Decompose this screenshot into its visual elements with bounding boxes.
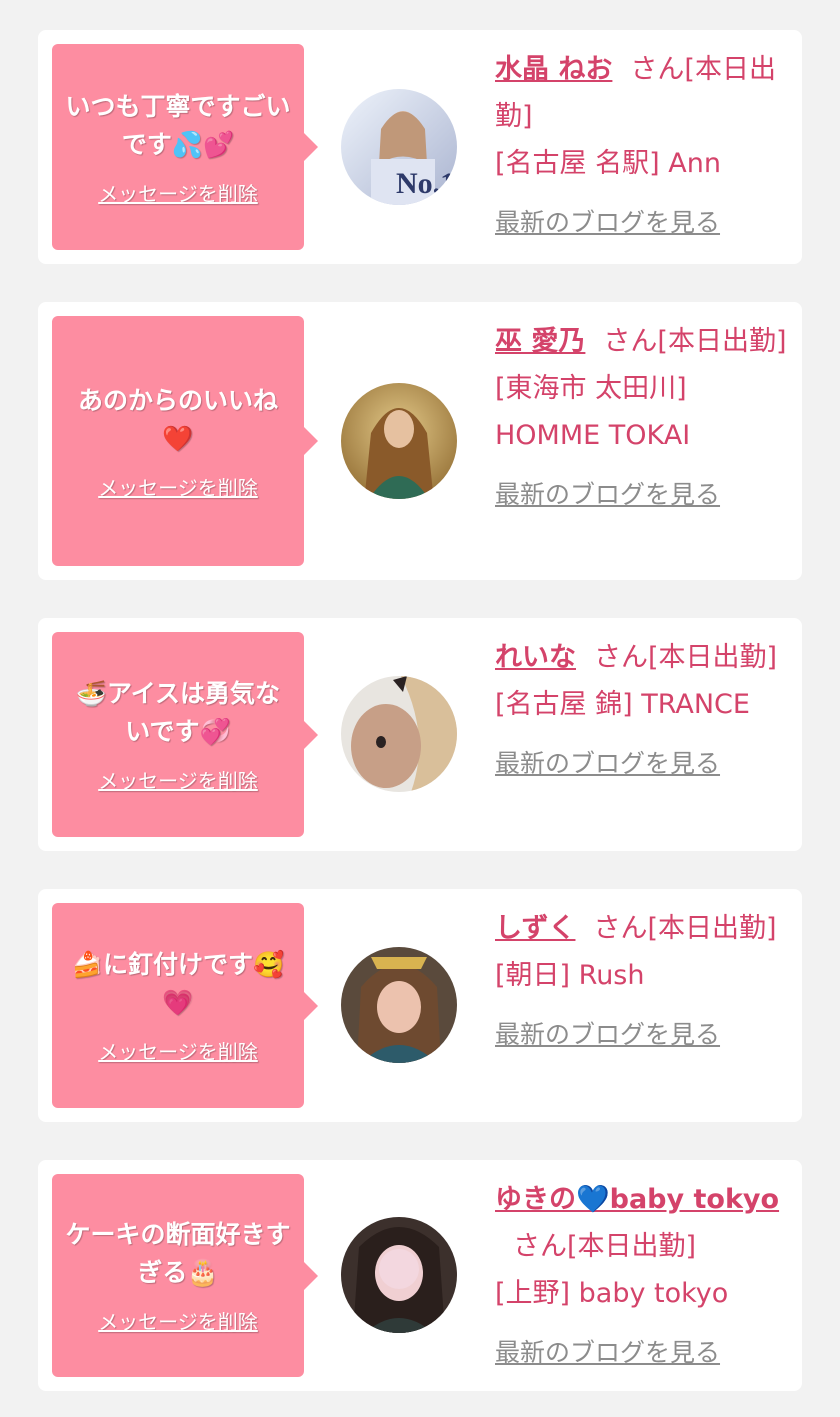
cast-info: れいな さん[本日出勤] [名古屋 錦] TRANCE 最新のブログを見る	[495, 634, 795, 787]
latest-blog-link[interactable]: 最新のブログを見る	[495, 740, 795, 787]
message-text: あのからのいいね❤️	[77, 385, 278, 453]
avatar[interactable]: No.1	[341, 89, 457, 205]
cast-info: 巫 愛乃 さん[本日出勤] [東海市 太田川] HOMME TOKAI 最新のブロ…	[495, 318, 795, 518]
cast-name-link[interactable]: ゆきの💙baby tokyo	[495, 1184, 779, 1215]
shop-name: [東海市 太田川] HOMME TOKAI	[495, 373, 691, 451]
message-card: あのからのいいね❤️ メッセージを削除 巫 愛乃 さん[本日出勤] [東海市 太田…	[38, 302, 802, 580]
message-text: いつも丁寧ですごいです💦💕	[65, 91, 291, 159]
cast-info: しずく さん[本日出勤] [朝日] Rush 最新のブログを見る	[495, 905, 795, 1058]
cast-name-link[interactable]: しずく	[495, 913, 575, 944]
delete-message-link[interactable]: メッセージを削除	[98, 178, 258, 207]
message-card: ケーキの断面好きすぎる🎂 メッセージを削除 ゆきの💙baby tokyo さん[本…	[38, 1160, 802, 1391]
latest-blog-link[interactable]: 最新のブログを見る	[495, 199, 795, 246]
message-card: いつも丁寧ですごいです💦💕 メッセージを削除 No.1 水晶 ねお さん[本日出勤…	[38, 30, 802, 264]
message-bubble: 🍰に釘付けです🥰💗 メッセージを削除	[52, 903, 318, 1108]
delete-message-link[interactable]: メッセージを削除	[98, 1036, 258, 1065]
shop-name: [名古屋 名駅] Ann	[495, 148, 721, 179]
message-bubble: 🍜アイスは勇気ないです💞 メッセージを削除	[52, 632, 318, 837]
attendance-status: さん[本日出勤]	[594, 642, 778, 673]
shop-name: [名古屋 錦] TRANCE	[495, 689, 750, 720]
cast-info: 水晶 ねお さん[本日出勤] [名古屋 名駅] Ann 最新のブログを見る	[495, 46, 795, 246]
cast-name-link[interactable]: 巫 愛乃	[495, 326, 585, 357]
cast-name-link[interactable]: 水晶 ねお	[495, 54, 612, 85]
shop-name: [上野] baby tokyo	[495, 1278, 729, 1309]
cast-name-link[interactable]: れいな	[495, 642, 576, 673]
avatar[interactable]	[341, 1217, 457, 1333]
message-text: ケーキの断面好きすぎる🎂	[65, 1220, 291, 1287]
delete-message-link[interactable]: メッセージを削除	[98, 1306, 258, 1335]
attendance-status: さん[本日出勤]	[603, 326, 787, 357]
message-card: 🍰に釘付けです🥰💗 メッセージを削除 しずく さん[本日出勤] [朝日] Rush…	[38, 889, 802, 1122]
avatar[interactable]	[341, 383, 457, 499]
message-card: 🍜アイスは勇気ないです💞 メッセージを削除 れいな さん[本日出勤] [名古屋 錦…	[38, 618, 802, 851]
avatar[interactable]	[341, 676, 457, 792]
message-bubble: あのからのいいね❤️ メッセージを削除	[52, 316, 318, 566]
avatar[interactable]	[341, 947, 457, 1063]
latest-blog-link[interactable]: 最新のブログを見る	[495, 471, 795, 518]
latest-blog-link[interactable]: 最新のブログを見る	[495, 1011, 795, 1058]
message-bubble: いつも丁寧ですごいです💦💕 メッセージを削除	[52, 44, 318, 250]
attendance-status: さん[本日出勤]	[593, 913, 777, 944]
cast-info: ゆきの💙baby tokyo さん[本日出勤] [上野] baby tokyo 最…	[495, 1176, 795, 1376]
shop-name: [朝日] Rush	[495, 960, 645, 991]
message-text: 🍰に釘付けです🥰💗	[71, 950, 285, 1017]
attendance-status: さん[本日出勤]	[513, 1231, 697, 1262]
latest-blog-link[interactable]: 最新のブログを見る	[495, 1329, 795, 1376]
delete-message-link[interactable]: メッセージを削除	[98, 472, 258, 501]
delete-message-link[interactable]: メッセージを削除	[98, 765, 258, 794]
message-bubble: ケーキの断面好きすぎる🎂 メッセージを削除	[52, 1174, 318, 1377]
svg-text:No.1: No.1	[396, 167, 455, 200]
message-text: 🍜アイスは勇気ないです💞	[75, 679, 281, 746]
